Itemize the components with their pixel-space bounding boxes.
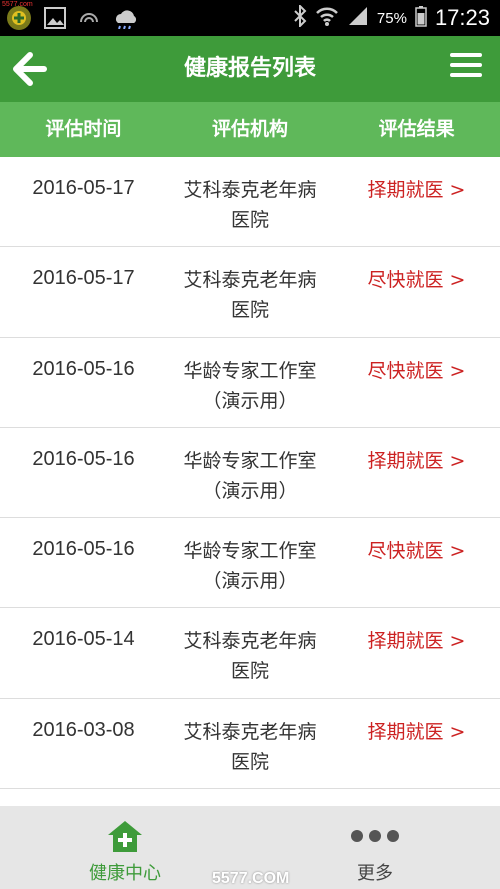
app-header: 健康报告列表 bbox=[0, 36, 500, 102]
battery-icon bbox=[415, 5, 427, 31]
system-status: 75% 17:23 bbox=[293, 0, 490, 36]
report-row[interactable]: 2016-05-14 艾科泰克老年病 医院 择期就医 > bbox=[0, 608, 500, 699]
org-line: 艾科泰克老年病 bbox=[183, 630, 317, 653]
report-row[interactable]: 2016-05-16 华龄专家工作室 （演示用） 择期就医 > bbox=[0, 428, 500, 519]
report-result-link[interactable]: 尽快就医 > bbox=[333, 518, 500, 607]
report-row[interactable]: 2016-03-08 艾科泰克老年病 医院 择期就医 > bbox=[0, 699, 500, 790]
org-line: （演示用） bbox=[202, 479, 298, 502]
report-org: 艾科泰克老年病 医院 bbox=[167, 699, 333, 788]
battery-percent: 75% bbox=[376, 9, 407, 27]
column-header-date: 评估时间 bbox=[45, 118, 122, 140]
report-org: 艾科泰克老年病 医院 bbox=[167, 608, 333, 697]
report-row[interactable]: 2016-05-16 华龄专家工作室 （演示用） 尽快就医 > bbox=[0, 338, 500, 428]
wifi-icon bbox=[315, 5, 339, 31]
report-row[interactable]: 2016-05-17 艾科泰克老年病 医院 尽快就医 > bbox=[0, 247, 500, 338]
report-org: 华龄专家工作室 （演示用） bbox=[167, 338, 333, 427]
menu-button[interactable] bbox=[450, 53, 482, 81]
menu-icon-bar bbox=[450, 73, 482, 77]
status-bar: 5577.com 75% 17:23 bbox=[0, 0, 500, 36]
page-title: 健康报告列表 bbox=[183, 56, 316, 81]
column-header-result: 评估结果 bbox=[378, 118, 455, 140]
org-line: 艾科泰克老年病 bbox=[183, 720, 317, 743]
gallery-icon bbox=[44, 7, 66, 33]
bottom-watermark: 5577.COM bbox=[212, 870, 290, 887]
report-row[interactable]: 2016-05-17 艾科泰克老年病 医院 择期就医 > bbox=[0, 157, 500, 248]
bluetooth-icon bbox=[293, 3, 307, 31]
report-row[interactable]: 2016-05-16 华龄专家工作室 （演示用） 尽快就医 > bbox=[0, 518, 500, 609]
org-line: 华龄专家工作室 bbox=[183, 359, 317, 382]
notification-icons bbox=[6, 5, 140, 35]
back-arrow-icon bbox=[13, 52, 47, 86]
org-line: 华龄专家工作室 bbox=[183, 449, 317, 472]
report-list: 2016-05-17 艾科泰克老年病 医院 择期就医 > 2016-05-17 艾… bbox=[0, 157, 500, 790]
org-line: 医院 bbox=[230, 750, 269, 773]
clock: 17:23 bbox=[434, 5, 490, 30]
back-button[interactable] bbox=[10, 50, 50, 88]
weather-icon bbox=[112, 7, 140, 33]
report-date: 2016-05-14 bbox=[32, 628, 135, 651]
org-line: 艾科泰克老年病 bbox=[183, 179, 317, 201]
house-plus-icon bbox=[108, 821, 142, 852]
app-notification-icon bbox=[6, 5, 32, 35]
org-line: 华龄专家工作室 bbox=[183, 540, 317, 563]
org-line: 医院 bbox=[230, 209, 269, 231]
org-line: 艾科泰克老年病 bbox=[183, 269, 317, 292]
report-date: 2016-05-17 bbox=[32, 177, 135, 199]
menu-icon-bar bbox=[450, 53, 482, 57]
report-date: 2016-05-17 bbox=[32, 267, 135, 290]
report-org: 华龄专家工作室 （演示用） bbox=[167, 428, 333, 517]
report-date: 2016-05-16 bbox=[32, 357, 135, 380]
more-dots-icon bbox=[250, 818, 500, 854]
org-line: （演示用） bbox=[202, 389, 298, 412]
report-result-link[interactable]: 择期就医 > bbox=[333, 699, 500, 788]
signal-icon bbox=[347, 5, 369, 31]
org-line: 医院 bbox=[230, 299, 269, 322]
report-result-link[interactable]: 择期就医 > bbox=[333, 428, 500, 517]
menu-icon-bar bbox=[450, 63, 482, 67]
report-date: 2016-03-08 bbox=[32, 718, 135, 741]
org-line: （演示用） bbox=[202, 570, 298, 593]
column-header-org: 评估机构 bbox=[212, 118, 289, 140]
report-org: 艾科泰克老年病 医院 bbox=[167, 247, 333, 336]
report-result-link[interactable]: 尽快就医 > bbox=[333, 338, 500, 427]
org-line: 医院 bbox=[230, 660, 269, 683]
report-result-link[interactable]: 尽快就医 > bbox=[333, 247, 500, 336]
report-org: 艾科泰克老年病 医院 bbox=[167, 157, 333, 246]
report-date: 2016-05-16 bbox=[32, 538, 135, 561]
report-result-link[interactable]: 择期就医 > bbox=[333, 608, 500, 697]
sync-icon bbox=[78, 7, 100, 33]
report-date: 2016-05-16 bbox=[32, 447, 135, 470]
report-result-link[interactable]: 择期就医 > bbox=[333, 157, 500, 246]
column-headers: 评估时间 评估机构 评估结果 bbox=[0, 102, 500, 157]
report-org: 华龄专家工作室 （演示用） bbox=[167, 518, 333, 607]
